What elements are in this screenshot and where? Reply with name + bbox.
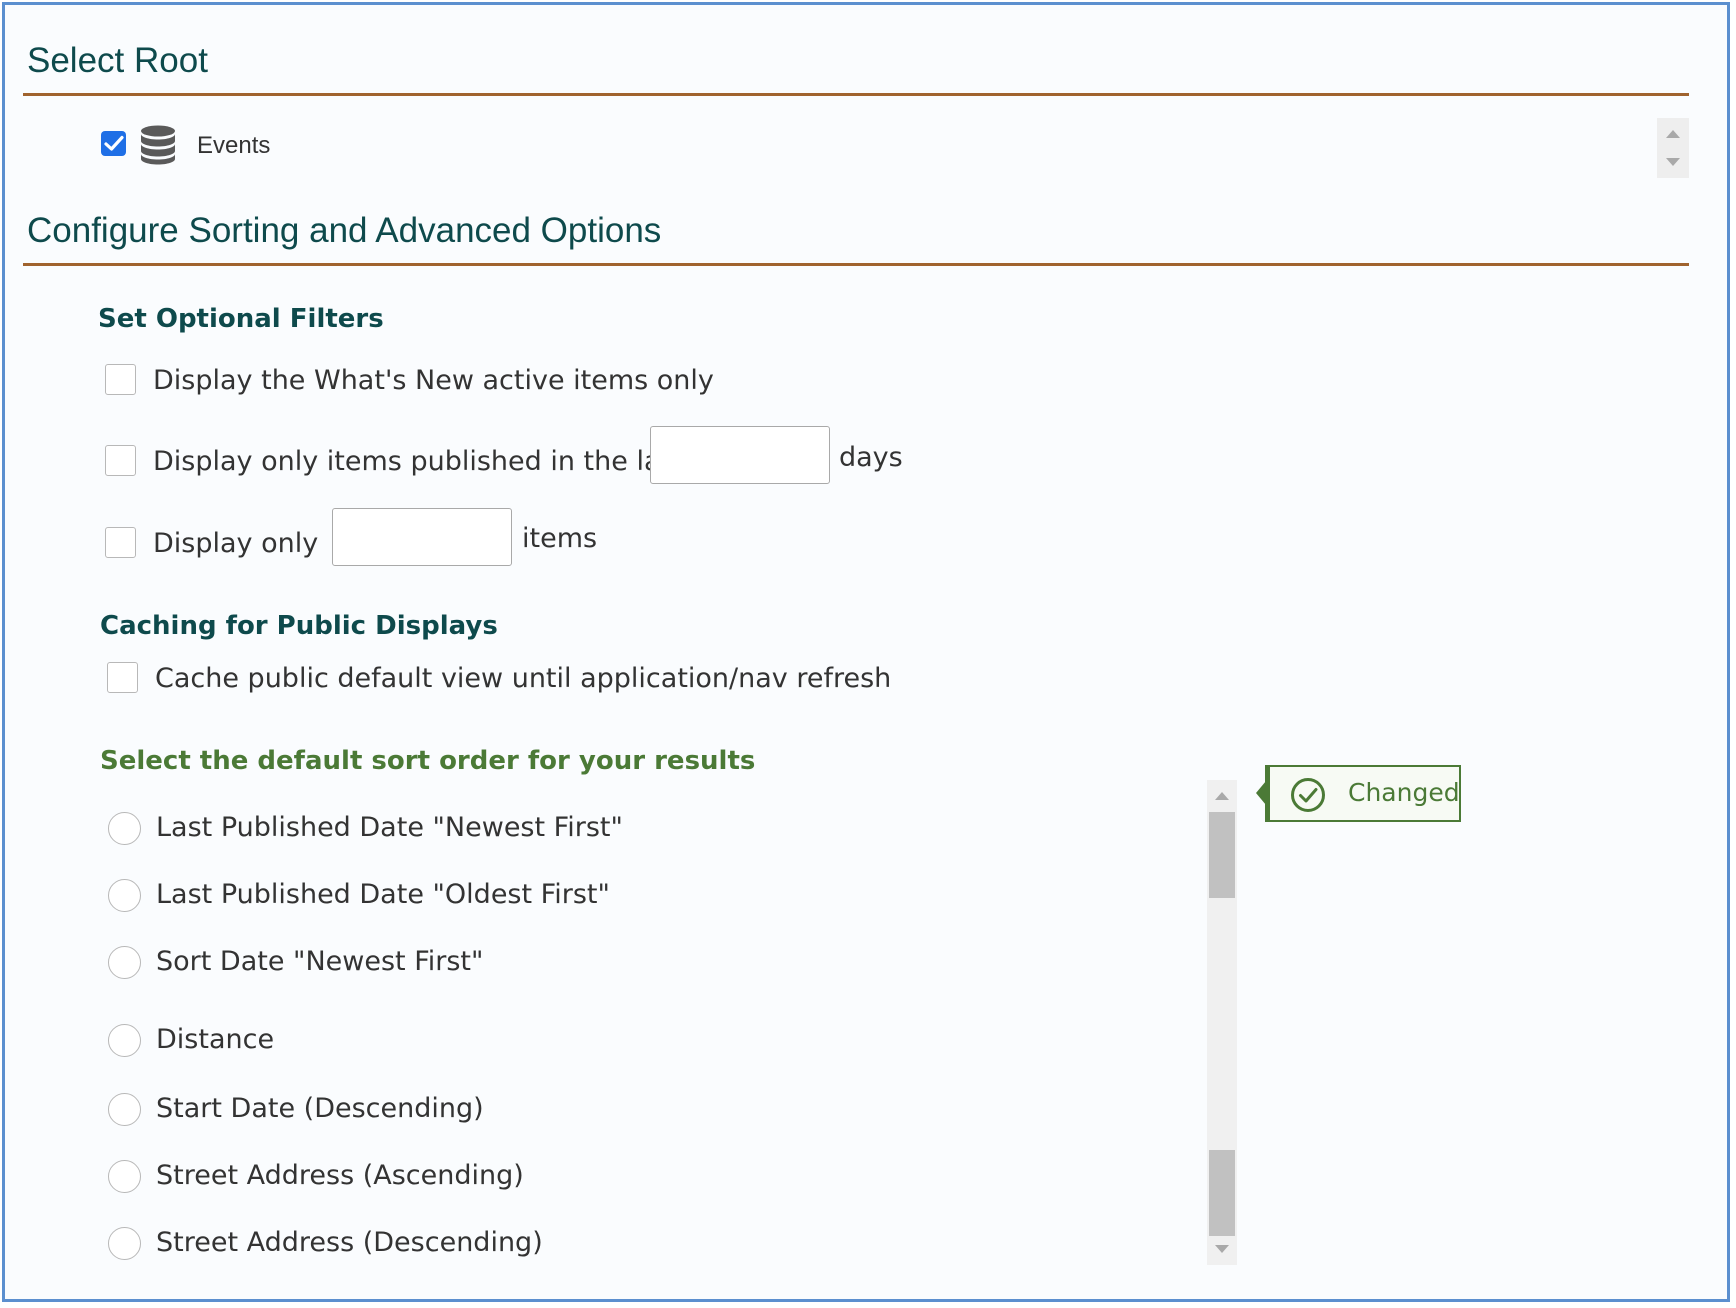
sort-radio[interactable] (108, 879, 141, 912)
checkmark-icon (104, 135, 124, 151)
sort-option-label: Sort Date "Newest First" (156, 946, 484, 977)
section-divider (23, 263, 1689, 266)
scroll-up-arrow-icon[interactable] (1666, 130, 1680, 138)
sort-radio[interactable] (108, 1093, 141, 1126)
changed-label: Changed (1348, 778, 1460, 807)
root-item-label: Events (197, 132, 271, 159)
display-only-checkbox[interactable] (105, 527, 136, 558)
filters-heading: Set Optional Filters (98, 304, 384, 334)
cache-view-checkbox[interactable] (107, 662, 138, 693)
sort-heading: Select the default sort order for your r… (100, 746, 756, 776)
scrollbar-thumb[interactable] (1209, 812, 1235, 898)
section-divider (23, 93, 1689, 96)
badge-pointer (1256, 781, 1266, 805)
settings-panel: Select Root Events Configure Sorting and… (2, 2, 1730, 1302)
sort-radio[interactable] (108, 1160, 141, 1193)
published-days-checkbox[interactable] (105, 445, 136, 476)
database-icon (141, 125, 175, 165)
sort-option-label: Last Published Date "Oldest First" (156, 879, 610, 910)
sort-radio[interactable] (108, 812, 141, 845)
check-circle-icon (1291, 778, 1325, 812)
published-days-suffix: days (839, 442, 903, 473)
sort-radio[interactable] (108, 1227, 141, 1260)
display-only-label: Display only (153, 528, 319, 559)
whats-new-checkbox[interactable] (105, 364, 136, 395)
display-only-suffix: items (522, 523, 598, 554)
sort-option-label: Distance (156, 1024, 275, 1055)
display-only-count-input[interactable] (332, 508, 512, 566)
scroll-down-arrow-icon[interactable] (1215, 1245, 1229, 1253)
root-list-scrollbar[interactable] (1657, 118, 1689, 178)
published-days-input[interactable] (650, 426, 830, 484)
scrollbar-thumb[interactable] (1209, 1150, 1235, 1236)
select-root-title: Select Root (27, 41, 208, 80)
configure-title: Configure Sorting and Advanced Options (27, 211, 662, 250)
changed-status-badge: Changed (1256, 765, 1461, 822)
sort-radio[interactable] (108, 946, 141, 979)
published-days-label: Display only items published in the last (153, 446, 686, 477)
sort-option-label: Street Address (Ascending) (156, 1160, 524, 1191)
sort-option-label: Street Address (Descending) (156, 1227, 543, 1258)
sort-option-label: Last Published Date "Newest First" (156, 812, 623, 843)
sort-option-label: Start Date (Descending) (156, 1093, 484, 1124)
cache-view-label: Cache public default view until applicat… (155, 663, 892, 694)
scroll-up-arrow-icon[interactable] (1215, 792, 1229, 800)
scroll-down-arrow-icon[interactable] (1666, 158, 1680, 166)
caching-heading: Caching for Public Displays (100, 611, 498, 641)
root-checkbox[interactable] (101, 131, 126, 156)
whats-new-label: Display the What's New active items only (153, 365, 714, 396)
sort-list-scrollbar[interactable] (1207, 780, 1237, 1265)
sort-radio[interactable] (108, 1024, 141, 1057)
